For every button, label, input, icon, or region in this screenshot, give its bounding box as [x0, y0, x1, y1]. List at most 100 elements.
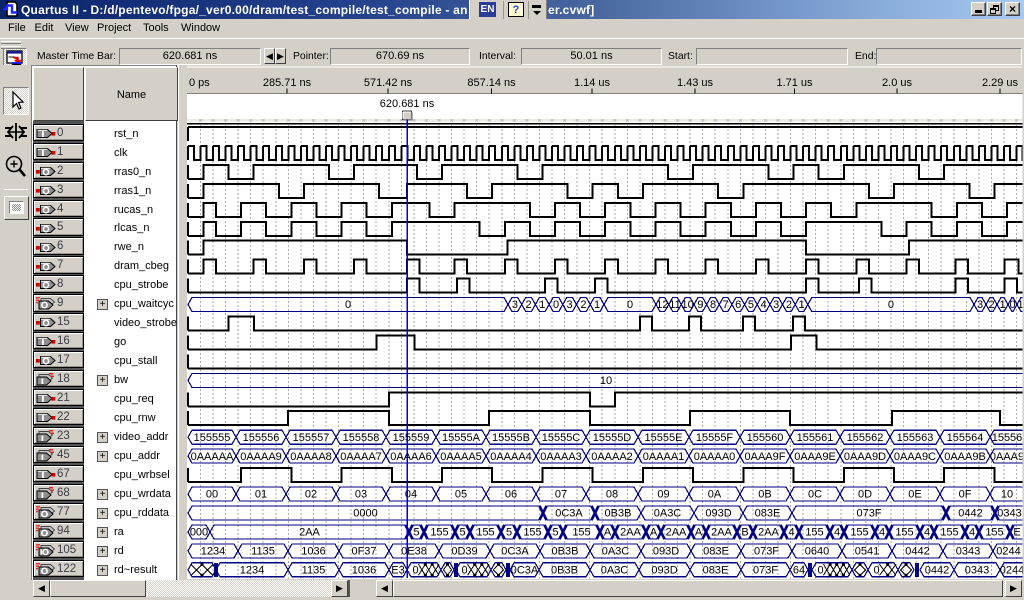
svg-text:4: 4 — [969, 527, 975, 539]
svg-text:2AA: 2AA — [620, 527, 641, 539]
svg-text:5: 5 — [459, 527, 465, 539]
svg-text:2.0 us: 2.0 us — [882, 77, 912, 89]
svg-text:0A: 0A — [708, 489, 722, 501]
svg-text:3: 3 — [977, 299, 983, 311]
svg-text:4: 4 — [788, 527, 794, 539]
svg-text:155: 155 — [940, 527, 958, 539]
svg-text:155: 155 — [850, 527, 868, 539]
svg-text:0C3A: 0C3A — [555, 508, 583, 520]
svg-text:0E: 0E — [908, 489, 921, 501]
svg-text:2AA: 2AA — [666, 527, 687, 539]
svg-text:07: 07 — [555, 489, 567, 501]
svg-text:06: 06 — [505, 489, 517, 501]
svg-text:08: 08 — [606, 489, 618, 501]
svg-text:0244: 0244 — [1000, 564, 1024, 576]
svg-text:15555F: 15555F — [696, 432, 734, 444]
svg-text:0C: 0C — [808, 489, 822, 501]
svg-text:0AAA9C: 0AAA9C — [894, 451, 936, 463]
svg-text:A: A — [650, 527, 658, 539]
svg-text:083E: 083E — [703, 546, 729, 558]
svg-text:0: 0 — [345, 299, 351, 311]
svg-text:11: 11 — [669, 299, 680, 311]
svg-text:155: 155 — [985, 527, 1003, 539]
svg-text:083E: 083E — [703, 564, 729, 576]
svg-text:155563: 155563 — [897, 432, 934, 444]
svg-text:155: 155 — [805, 527, 823, 539]
svg-text:0AAA9: 0AAA9 — [990, 451, 1024, 463]
svg-text:9: 9 — [697, 299, 703, 311]
svg-text:02: 02 — [305, 489, 317, 501]
svg-text:0B3B: 0B3B — [605, 508, 632, 520]
svg-text:0: 0 — [412, 564, 418, 576]
svg-text:155: 155 — [523, 527, 541, 539]
svg-text:4: 4 — [834, 527, 840, 539]
svg-text:8: 8 — [710, 299, 716, 311]
svg-text:155557: 155557 — [293, 432, 330, 444]
svg-text:000: 000 — [190, 527, 208, 539]
svg-text:0D: 0D — [858, 489, 872, 501]
svg-text:0F37: 0F37 — [351, 546, 376, 558]
svg-text:4: 4 — [879, 527, 885, 539]
svg-text:155556: 155556 — [243, 432, 280, 444]
svg-text:155: 155 — [572, 527, 590, 539]
svg-text:0AAAA0: 0AAAA0 — [694, 451, 736, 463]
svg-text:1135: 1135 — [302, 564, 326, 576]
svg-text:1.71 us: 1.71 us — [776, 77, 813, 89]
svg-text:857.14 ns: 857.14 ns — [467, 77, 516, 89]
svg-text:2: 2 — [786, 299, 792, 311]
svg-text:15555C: 15555C — [542, 432, 581, 444]
svg-text:0343: 0343 — [965, 564, 989, 576]
svg-text:4: 4 — [760, 299, 766, 311]
svg-text:0AAAA6: 0AAAA6 — [390, 451, 432, 463]
svg-text:0343: 0343 — [997, 508, 1021, 520]
svg-text:0F: 0F — [959, 489, 972, 501]
svg-text:0B3B: 0B3B — [551, 564, 578, 576]
svg-text:155562: 155562 — [847, 432, 884, 444]
svg-text:0 ps: 0 ps — [189, 77, 210, 89]
svg-text:15555A: 15555A — [442, 432, 481, 444]
svg-text:E: E — [1013, 527, 1020, 539]
svg-text:0AAA9B: 0AAA9B — [944, 451, 986, 463]
svg-text:0AAAA5: 0AAAA5 — [440, 451, 482, 463]
svg-text:073F: 073F — [753, 564, 778, 576]
svg-text:0C3A: 0C3A — [501, 546, 529, 558]
svg-text:0244: 0244 — [996, 546, 1020, 558]
svg-text:0AAAA3: 0AAAA3 — [540, 451, 582, 463]
svg-text:0541: 0541 — [855, 546, 879, 558]
svg-text:1: 1 — [999, 299, 1005, 311]
svg-text:073F: 073F — [856, 508, 881, 520]
svg-text:155: 155 — [895, 527, 913, 539]
svg-text:6: 6 — [735, 299, 741, 311]
svg-text:09: 09 — [657, 489, 669, 501]
svg-text:A: A — [695, 527, 703, 539]
svg-text:7: 7 — [723, 299, 729, 311]
svg-text:1.14 us: 1.14 us — [574, 77, 611, 89]
svg-text:10: 10 — [1001, 489, 1013, 501]
svg-text:1036: 1036 — [301, 546, 325, 558]
svg-text:0640: 0640 — [805, 546, 829, 558]
svg-text:1234: 1234 — [240, 564, 264, 576]
svg-text:03: 03 — [355, 489, 367, 501]
svg-text:2: 2 — [525, 299, 531, 311]
svg-text:5: 5 — [413, 527, 419, 539]
svg-text:2: 2 — [988, 299, 994, 311]
svg-text:0D39: 0D39 — [451, 546, 477, 558]
svg-text:5: 5 — [506, 527, 512, 539]
svg-text:1: 1 — [594, 299, 600, 311]
svg-text:0A3C: 0A3C — [601, 564, 629, 576]
svg-text:1135: 1135 — [251, 546, 275, 558]
svg-text:2AA: 2AA — [299, 527, 320, 539]
svg-text:0A3C: 0A3C — [602, 546, 630, 558]
svg-text:0AAAA1: 0AAAA1 — [643, 451, 685, 463]
svg-text:2.29 us: 2.29 us — [982, 77, 1019, 89]
svg-text:15556: 15556 — [992, 432, 1023, 444]
svg-text:00: 00 — [206, 489, 218, 501]
svg-text:093D: 093D — [651, 564, 677, 576]
svg-text:093D: 093D — [705, 508, 731, 520]
svg-text:1.43 us: 1.43 us — [677, 77, 714, 89]
svg-text:2AA: 2AA — [758, 527, 779, 539]
svg-text:0: 0 — [873, 564, 879, 576]
svg-text:0AAAA4: 0AAAA4 — [490, 451, 532, 463]
svg-text:0AAAA7: 0AAAA7 — [340, 451, 382, 463]
svg-text:155559: 155559 — [393, 432, 430, 444]
